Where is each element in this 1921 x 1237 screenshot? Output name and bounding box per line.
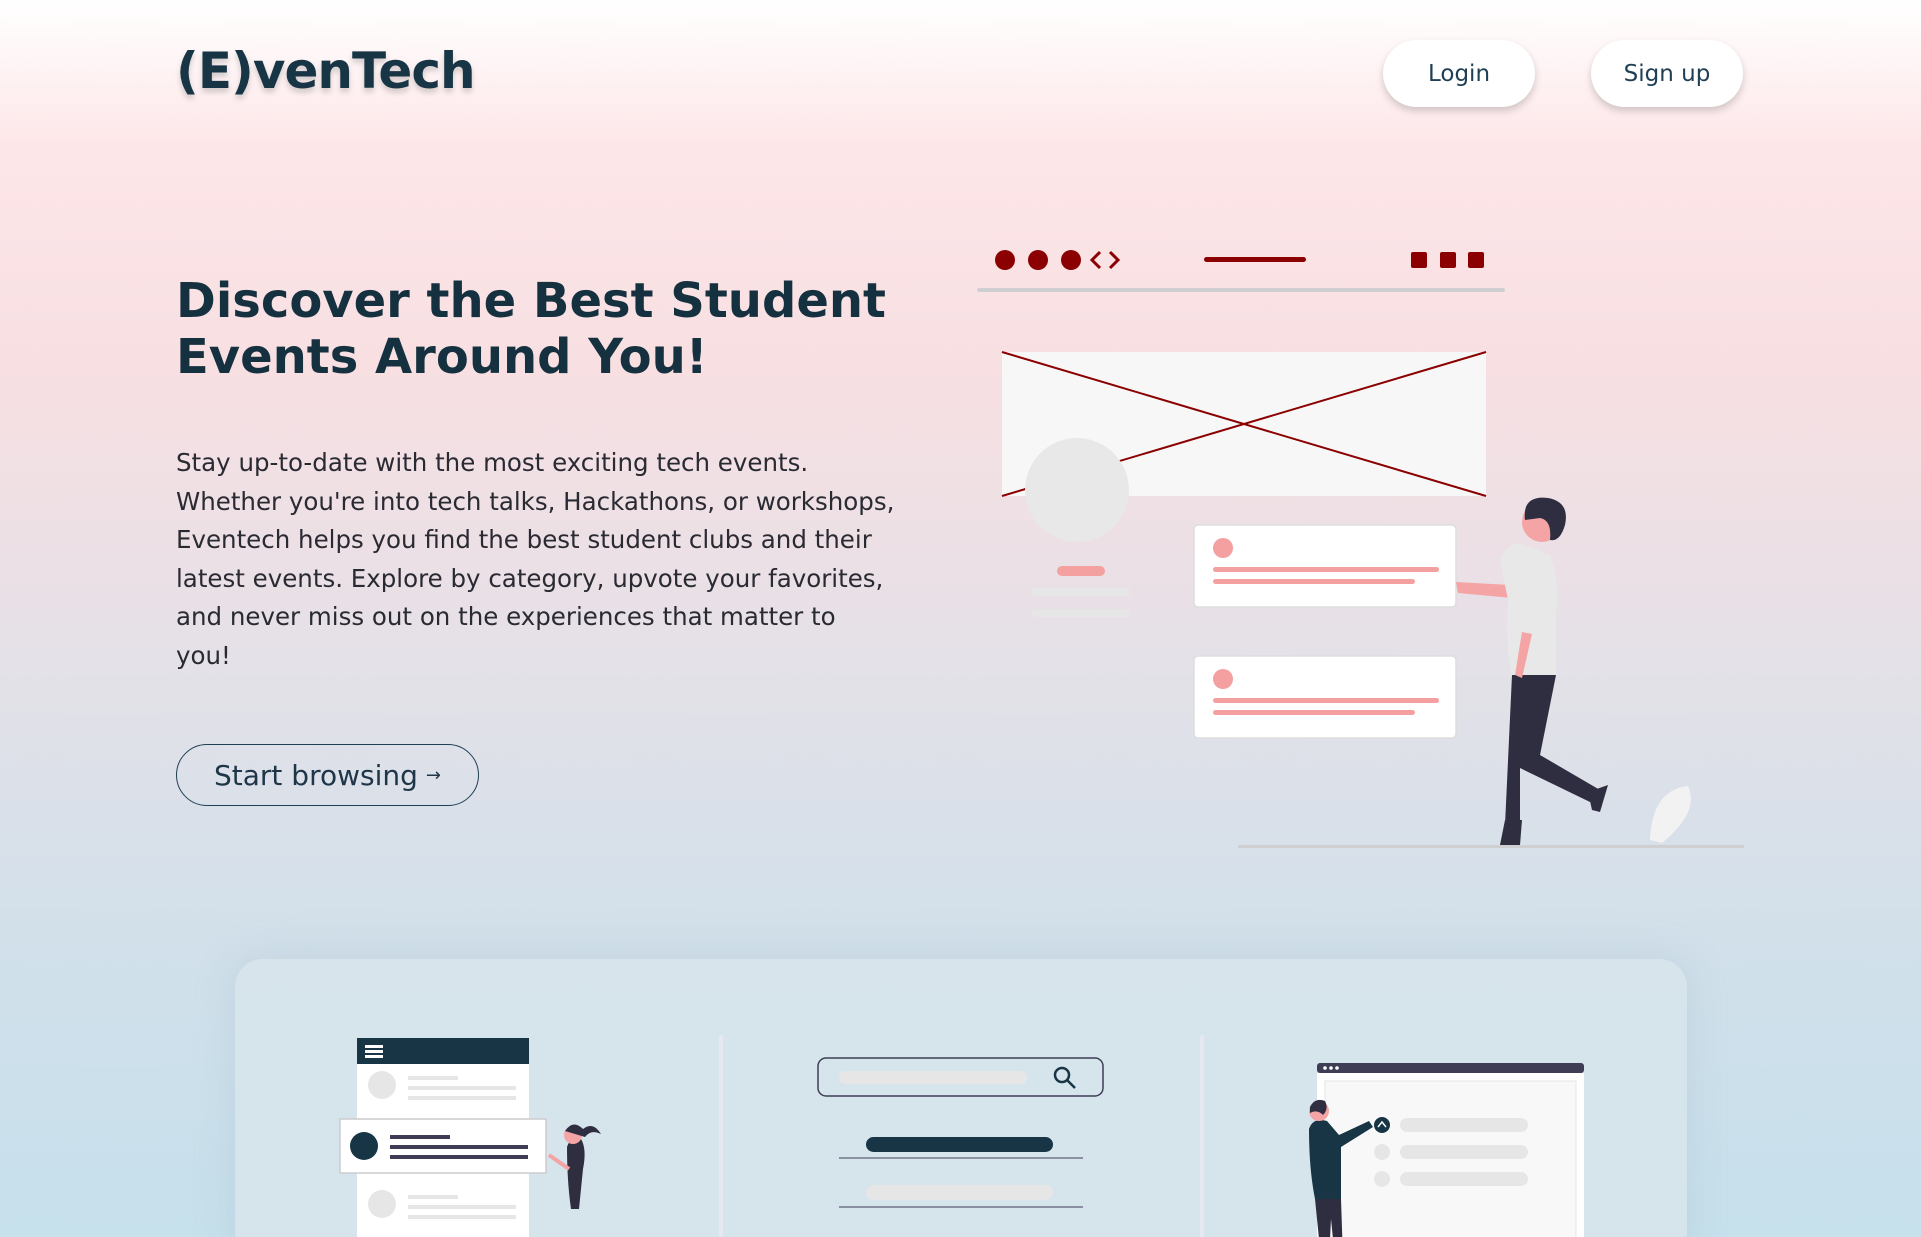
start-browsing-button[interactable]: Start browsing → — [176, 744, 479, 806]
feature-illustration-list — [339, 1038, 601, 1237]
start-browsing-label: Start browsing — [214, 758, 418, 792]
leaf-decoration — [1650, 786, 1691, 843]
search-icon — [1053, 1066, 1076, 1089]
brand-logo[interactable]: (E)venTech — [176, 42, 476, 100]
event-card — [1193, 524, 1457, 608]
menu-icon — [365, 1045, 383, 1058]
hero-title-line1: Discover the Best Student — [176, 273, 886, 329]
hero-title-line2: Events Around You! — [176, 329, 708, 385]
hero-illustration — [977, 250, 1744, 848]
avatar-placeholder — [1025, 438, 1129, 542]
hero-description: Stay up-to-date with the most exciting t… — [176, 448, 895, 670]
event-card — [1193, 655, 1457, 739]
person-illustration — [1456, 497, 1608, 845]
window-controls-icon — [1411, 252, 1484, 268]
upvote-icon — [1374, 1117, 1390, 1133]
code-brackets-icon — [1089, 250, 1121, 270]
feature-divider — [1200, 1035, 1204, 1237]
signup-button[interactable]: Sign up — [1591, 40, 1743, 107]
browser-dots-icon — [995, 250, 1081, 270]
feature-illustration-upvote — [1309, 1063, 1584, 1237]
site-header: (E)venTech Login Sign up — [0, 0, 1921, 150]
feature-divider — [719, 1035, 723, 1237]
login-button[interactable]: Login — [1383, 40, 1535, 107]
feature-illustration-search — [817, 1057, 1104, 1208]
arrow-right-icon: → — [425, 764, 441, 786]
features-panel — [235, 959, 1687, 1237]
url-bar — [1204, 257, 1306, 262]
hero-title: Discover the Best Student Events Around … — [176, 273, 896, 385]
